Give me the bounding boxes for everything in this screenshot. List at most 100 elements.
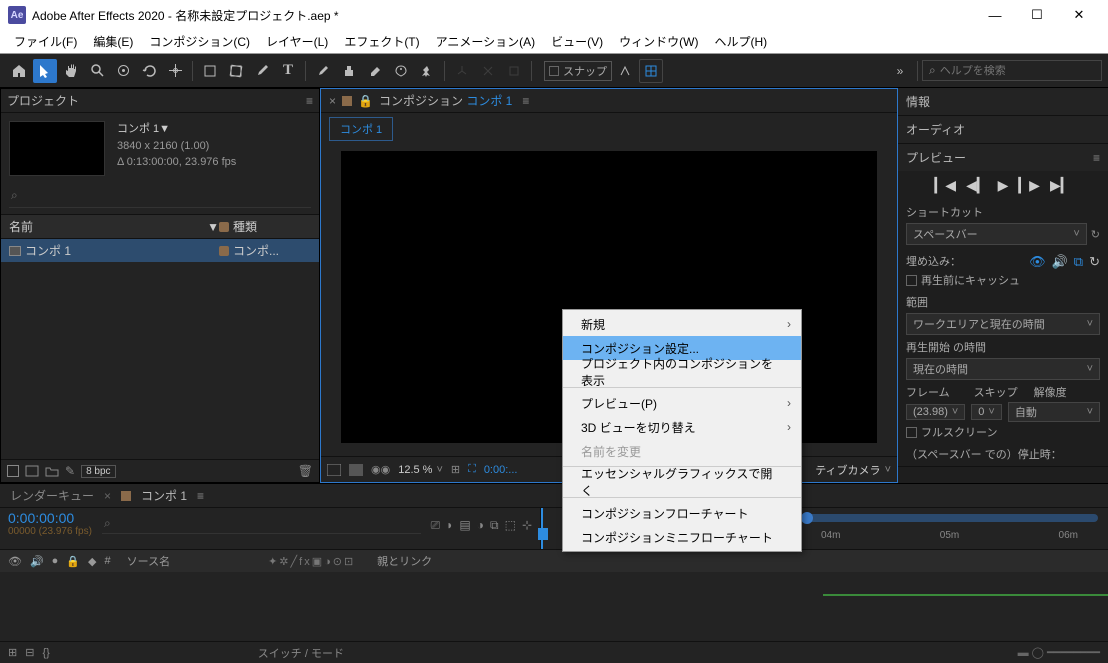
frame-blend-icon[interactable]: ▤: [459, 518, 470, 533]
info-panel-tab[interactable]: 情報: [906, 93, 930, 110]
adjust-icon[interactable]: ✎: [65, 464, 75, 478]
clone-tool[interactable]: [337, 59, 361, 83]
local-axis-icon[interactable]: [450, 59, 474, 83]
menu-file[interactable]: ファイル(F): [6, 33, 85, 50]
shy-icon[interactable]: ◗: [446, 518, 453, 533]
playhead[interactable]: [541, 508, 549, 549]
panel-menu-icon[interactable]: ≡: [306, 94, 313, 108]
motion-blur-icon[interactable]: ◑: [477, 518, 484, 533]
camera-select[interactable]: ティブカメラ˅: [815, 462, 891, 478]
snap-grid-icon[interactable]: [639, 59, 663, 83]
speaker-icon[interactable]: 🔊: [1052, 254, 1068, 270]
render-queue-tab[interactable]: レンダーキュー: [10, 487, 94, 504]
snap-toggle[interactable]: スナップ: [544, 61, 612, 81]
rotate-tool[interactable]: [137, 59, 161, 83]
toggle-modes-icon[interactable]: ⊟: [25, 646, 34, 659]
minimize-button[interactable]: ―: [974, 0, 1016, 30]
cache-checkbox[interactable]: 再生前にキャッシュ: [906, 270, 1100, 290]
timeline-comp-tab[interactable]: コンポ 1: [141, 487, 187, 504]
interpret-icon[interactable]: [7, 465, 19, 477]
resolution-select[interactable]: 自動˅: [1008, 402, 1100, 422]
bpc-button[interactable]: 8 bpc: [81, 465, 115, 478]
menu-composition[interactable]: コンポジション(C): [141, 33, 258, 50]
cm-reveal-in-project[interactable]: プロジェクト内のコンポジションを表示: [563, 360, 801, 384]
start-select[interactable]: 現在の時間˅: [906, 358, 1100, 380]
speaker-col-icon[interactable]: 🔊: [30, 555, 44, 568]
parent-col[interactable]: 親とリンク: [377, 553, 432, 569]
resolution-icon[interactable]: ⊞: [451, 463, 460, 476]
source-name-col[interactable]: ソース名: [127, 553, 170, 569]
help-search[interactable]: ⌕: [922, 60, 1102, 81]
menu-layer[interactable]: レイヤー(L): [258, 33, 336, 50]
zoom-tool[interactable]: [85, 59, 109, 83]
panel-menu-icon[interactable]: ≡: [197, 489, 204, 503]
breadcrumb-comp[interactable]: コンポ 1: [466, 92, 512, 109]
lock-icon[interactable]: 🔒: [358, 94, 373, 108]
audio-panel-tab[interactable]: オーディオ: [906, 121, 965, 138]
brush-tool[interactable]: [311, 59, 335, 83]
last-frame-icon[interactable]: ▶▎: [1050, 177, 1072, 194]
eye-icon[interactable]: 👁: [8, 555, 22, 568]
comp-mini-icon[interactable]: ⎚: [431, 518, 441, 533]
rect-mask-tool[interactable]: [198, 59, 222, 83]
prev-frame-icon[interactable]: ◀▎: [966, 177, 988, 194]
time-text[interactable]: 0:00:...: [484, 464, 518, 476]
menu-view[interactable]: ビュー(V): [543, 33, 611, 50]
col-name[interactable]: 名前: [9, 218, 33, 235]
next-frame-icon[interactable]: ▎▶: [1018, 177, 1040, 194]
reset-icon[interactable]: ↻: [1091, 228, 1100, 241]
channels-icon[interactable]: [349, 464, 363, 476]
tab-close-icon[interactable]: ×: [329, 94, 336, 108]
current-timecode[interactable]: 0:00:00:00: [8, 510, 92, 526]
home-tool[interactable]: [7, 59, 31, 83]
menu-edit[interactable]: 編集(E): [85, 33, 141, 50]
label-col-icon[interactable]: ◆: [88, 555, 96, 568]
cm-flowchart[interactable]: コンポジションフローチャート: [563, 501, 801, 525]
alpha-icon[interactable]: [327, 464, 341, 476]
mask-icon[interactable]: ◉◉: [371, 463, 390, 476]
view-axis-icon[interactable]: [502, 59, 526, 83]
project-item-row[interactable]: コンポ 1 コンポ...: [1, 239, 319, 262]
eraser-tool[interactable]: [363, 59, 387, 83]
play-icon[interactable]: ▶: [998, 177, 1009, 194]
selection-tool[interactable]: [33, 59, 57, 83]
project-tab[interactable]: プロジェクト: [7, 92, 79, 109]
graph-icon[interactable]: ⧉: [490, 518, 499, 533]
preview-panel-tab[interactable]: プレビュー: [906, 149, 966, 166]
puppet-tool[interactable]: [415, 59, 439, 83]
loop-icon[interactable]: ↻: [1089, 254, 1100, 270]
range-select[interactable]: ワークエリアと現在の時間˅: [906, 313, 1100, 335]
grid-icon[interactable]: ⛶: [468, 463, 476, 476]
panel-menu-icon[interactable]: ≡: [522, 94, 529, 108]
draft3d-icon[interactable]: ⬚: [505, 518, 516, 533]
col-type[interactable]: 種類: [233, 218, 257, 235]
cm-open-essential-graphics[interactable]: エッセンシャルグラフィックスで開く: [563, 470, 801, 494]
expand-panels-icon[interactable]: »: [888, 59, 912, 83]
solo-col-icon[interactable]: ●: [52, 555, 59, 567]
help-search-input[interactable]: [940, 65, 1095, 77]
orbit-tool[interactable]: [111, 59, 135, 83]
switch-mode-button[interactable]: スイッチ / モード: [258, 645, 344, 661]
skip-select[interactable]: 0˅: [971, 404, 1002, 420]
comp-subtab[interactable]: コンポ 1: [329, 117, 393, 141]
world-axis-icon[interactable]: [476, 59, 500, 83]
new-comp-icon[interactable]: [25, 465, 39, 477]
panel-menu-icon[interactable]: ≡: [1093, 151, 1100, 165]
cm-mini-flowchart[interactable]: コンポジションミニフローチャート: [563, 525, 801, 549]
cm-preview[interactable]: プレビュー(P): [563, 391, 801, 415]
bones-icon[interactable]: ⊹: [522, 518, 532, 533]
snap-option-icon[interactable]: [613, 59, 637, 83]
first-frame-icon[interactable]: ▎◀: [935, 177, 957, 194]
new-folder-icon[interactable]: [45, 465, 59, 477]
menu-animation[interactable]: アニメーション(A): [428, 33, 544, 50]
trash-icon[interactable]: 🗑: [298, 464, 313, 478]
toggle-pane-icon[interactable]: {}: [42, 647, 49, 659]
fullscreen-checkbox[interactable]: フルスクリーン: [906, 422, 1100, 442]
anchor-tool[interactable]: [163, 59, 187, 83]
menu-window[interactable]: ウィンドウ(W): [611, 33, 706, 50]
hand-tool[interactable]: [59, 59, 83, 83]
pen-tool[interactable]: [250, 59, 274, 83]
menu-effect[interactable]: エフェクト(T): [336, 33, 427, 50]
roto-tool[interactable]: [389, 59, 413, 83]
frame-select[interactable]: (23.98)˅: [906, 404, 965, 420]
